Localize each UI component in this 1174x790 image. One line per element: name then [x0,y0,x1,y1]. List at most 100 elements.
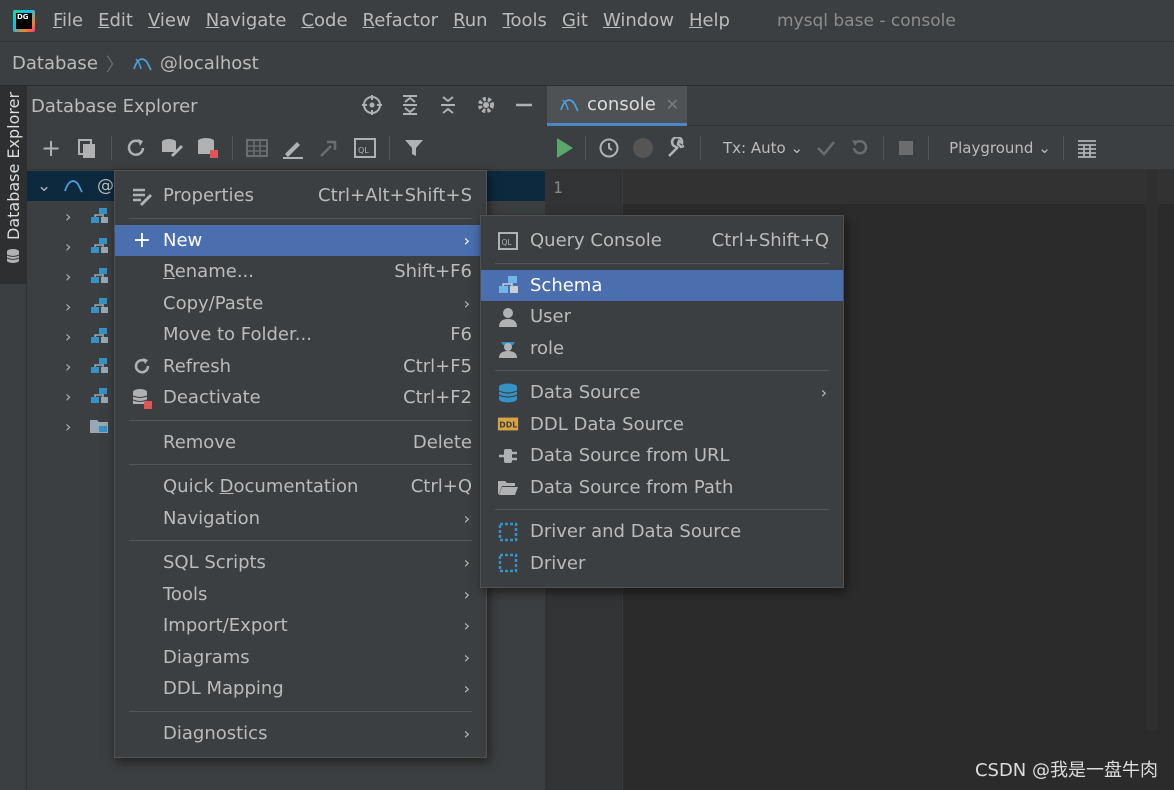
menu-item-remove[interactable]: Remove Delete [115,427,486,459]
deactivate-icon [131,387,153,409]
edit-icon[interactable] [281,136,305,160]
menu-item-text: Quick [163,476,220,498]
menu-item-data-source-from-url[interactable]: Data Source from URL [481,440,843,472]
menu-item-move-to-folder[interactable]: Move to Folder... F6 [115,319,486,351]
menu-item-sql-scripts[interactable]: SQL Scripts › [115,547,486,579]
expand-all-icon[interactable] [399,94,421,116]
editor-scrollbar[interactable] [1146,170,1158,730]
menu-mnemonic: E [98,10,110,31]
menu-item-deactivate[interactable]: Deactivate Ctrl+F2 [115,382,486,414]
collapse-all-icon[interactable] [437,94,459,116]
menu-mnemonic: V [147,10,160,31]
mysql-dolphin-icon [133,57,152,70]
menu-item-role[interactable]: role [481,333,843,365]
rollback-icon[interactable] [849,137,871,159]
ddl-icon: DDL [497,413,519,435]
chevron-right-icon: › [65,296,72,316]
data-source-properties-icon[interactable] [160,136,184,160]
menu-item-refresh[interactable]: Refresh Ctrl+F5 [115,351,486,383]
wrench-icon[interactable] [666,136,688,159]
menu-item-shortcut: Ctrl+Alt+Shift+S [318,185,472,207]
breadcrumb-database[interactable]: Database [12,53,98,74]
menu-item-label: Copy/Paste [163,292,264,314]
toolbar-separator [389,135,390,160]
deactivate-icon[interactable] [196,136,220,160]
current-line-highlight[interactable] [623,170,1174,204]
menu-item-diagrams[interactable]: Diagrams › [115,642,486,674]
menu-item-tools[interactable]: Tools › [115,579,486,611]
tab-console[interactable]: console ✕ [547,86,687,126]
toolbar-separator [700,135,701,160]
menu-item-data-source[interactable]: Data Source › [481,377,843,409]
menu-edit[interactable]: Edit [98,10,133,31]
menu-window[interactable]: Window [603,10,674,31]
mysql-dolphin-icon [560,98,579,111]
menu-item-quick-documentation[interactable]: Quick Documentation Ctrl+Q [115,471,486,503]
breadcrumb-host[interactable]: @localhost [160,53,259,74]
menu-item-diagnostics[interactable]: Diagnostics › [115,718,486,750]
database-explorer-tab-label: Database Explorer [4,91,23,240]
commit-check-icon[interactable] [815,137,837,159]
menu-item-schema[interactable]: Schema [481,269,843,301]
menu-item-driver-and-data-source[interactable]: Driver and Data Source [481,516,843,548]
table-icon[interactable] [245,136,269,160]
menu-mnemonic: G [561,10,576,31]
explorer-toolbar: + QL [27,126,545,170]
menu-item-driver[interactable]: Driver [481,548,843,580]
duplicate-icon[interactable] [75,136,99,160]
chevron-down-icon: ⌄ [1038,138,1051,157]
menu-view[interactable]: View [148,10,191,31]
menu-item-data-source-from-path[interactable]: Data Source from Path [481,472,843,504]
menu-item-import-export[interactable]: Import/Export › [115,610,486,642]
menu-code[interactable]: Code [301,10,347,31]
add-icon[interactable]: + [39,134,63,162]
close-icon[interactable]: ✕ [666,95,679,114]
menu-item-label: Deactivate [163,387,261,409]
menu-mnemonic: C [301,10,315,31]
stop-icon[interactable] [896,138,916,158]
schema-icon [497,274,519,296]
query-console-icon[interactable]: QL [353,136,377,160]
menu-item-shortcut: F6 [450,324,472,346]
history-clock-icon[interactable] [598,137,620,159]
chevron-right-icon: › [463,508,470,528]
menu-tools[interactable]: Tools [503,10,547,31]
menu-git[interactable]: Git [562,10,588,31]
stop-circle-icon[interactable] [632,137,654,159]
menu-navigate[interactable]: Navigate [206,10,287,31]
schema-icon [91,358,108,373]
menu-run[interactable]: Run [453,10,488,31]
toolbar-separator [883,135,885,160]
menu-item-text: ename... [174,261,254,283]
menu-item-properties[interactable]: Properties Ctrl+Alt+Shift+S [115,180,486,212]
menu-item-user[interactable]: User [481,301,843,333]
folder-icon [90,420,108,433]
gear-icon[interactable] [475,94,497,116]
menu-item-query-console[interactable]: QL Query Console Ctrl+Shift+Q [481,225,843,257]
locate-target-icon[interactable] [361,94,383,116]
menu-help[interactable]: Help [689,10,730,31]
menu-refactor[interactable]: Refactor [363,10,439,31]
refresh-icon [131,355,153,377]
minimize-icon[interactable] [513,94,535,116]
jump-icon[interactable] [317,136,341,160]
menu-item-copy-paste[interactable]: Copy/Paste › [115,288,486,320]
line-number: 1 [553,178,563,197]
filter-icon[interactable] [402,136,426,160]
run-icon[interactable] [557,137,573,158]
chevron-right-icon: › [463,230,470,250]
menu-item-new[interactable]: + New › [115,224,486,256]
menu-item-shortcut: Ctrl+Q [410,476,472,498]
transaction-mode-dropdown[interactable]: Tx: Auto ⌄ [723,139,803,157]
menu-item-navigation[interactable]: Navigation › [115,503,486,535]
refresh-icon[interactable] [124,136,148,160]
menu-item-ddl-mapping[interactable]: DDL Mapping › [115,673,486,705]
watermark-text: CSDN @我是一盘牛肉 [974,760,1158,781]
menu-file[interactable]: File [53,10,83,31]
menu-item-label: SQL Scripts [163,552,266,574]
resolve-mode-dropdown[interactable]: Playground ⌄ [949,139,1051,157]
menu-item-ddl-data-source[interactable]: DDL DDL Data Source [481,409,843,441]
menu-item-rename[interactable]: Rename... Shift+F6 [115,256,486,288]
output-table-icon[interactable] [1076,137,1098,159]
menu-item-label: Refresh [163,355,231,377]
